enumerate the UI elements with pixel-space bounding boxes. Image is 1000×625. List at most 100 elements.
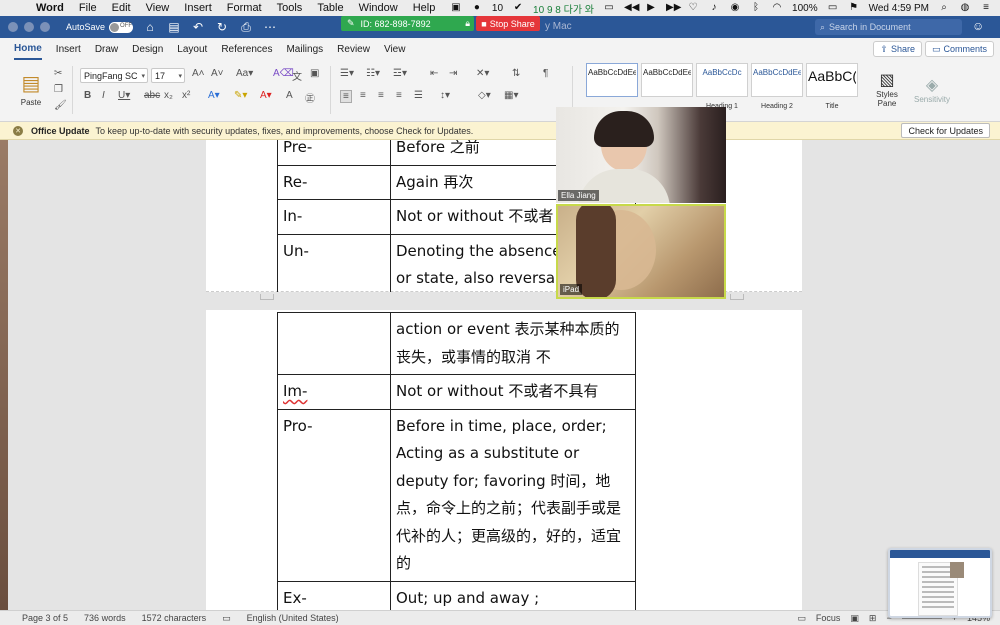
check-icon[interactable]: ✔ bbox=[512, 2, 524, 14]
align-center-icon[interactable]: ≡ bbox=[360, 90, 366, 101]
screen-share-thumbnail[interactable] bbox=[888, 548, 992, 618]
tab-insert[interactable]: Insert bbox=[56, 40, 81, 59]
document-page[interactable]: action or event 表示某种本质的丧失，或事情的取消 不 Im- No… bbox=[206, 310, 802, 610]
tab-design[interactable]: Design bbox=[132, 40, 163, 59]
camera-icon[interactable]: ▣ bbox=[450, 2, 462, 14]
music-icon[interactable]: ♪ bbox=[708, 2, 720, 14]
video-tile-active[interactable]: iPad bbox=[556, 204, 726, 299]
change-case-icon[interactable]: Aa▾ bbox=[236, 68, 253, 79]
save-icon[interactable]: ▤ bbox=[167, 20, 181, 34]
meaning-cell[interactable]: Not or without 不或者不具有 bbox=[390, 374, 636, 410]
autosave-control[interactable]: AutoSave OFF bbox=[66, 21, 134, 33]
prefix-cell[interactable]: Re- bbox=[277, 164, 391, 200]
prefix-cell[interactable]: Pre- bbox=[277, 140, 391, 166]
numbering-icon[interactable]: ☷▾ bbox=[366, 68, 380, 79]
style-heading-2[interactable]: AaBbCcDdEe Heading 2 bbox=[751, 63, 803, 110]
close-window-button[interactable] bbox=[8, 22, 18, 32]
tab-view[interactable]: View bbox=[384, 40, 406, 59]
prefix-cell[interactable]: Im- bbox=[277, 374, 391, 410]
redo-icon[interactable]: ↻ bbox=[215, 20, 229, 34]
zoom-video-panel[interactable]: Ella Jiang iPad bbox=[556, 107, 726, 299]
phonetic-guide-icon[interactable]: 文 bbox=[292, 68, 302, 83]
prefix-cell[interactable]: In- bbox=[277, 199, 391, 235]
minimize-window-button[interactable] bbox=[24, 22, 34, 32]
justify-icon[interactable]: ≡ bbox=[396, 90, 402, 101]
grow-font-icon[interactable]: A˄ bbox=[192, 68, 205, 79]
customize-toolbar-icon[interactable]: ⋯ bbox=[263, 20, 277, 34]
format-painter-icon[interactable]: 🖌︎ bbox=[54, 100, 67, 111]
increase-indent-icon[interactable]: ⇥ bbox=[449, 68, 457, 79]
comments-button[interactable]: ▭ Comments bbox=[924, 41, 994, 57]
shading-icon[interactable]: ◇▾ bbox=[478, 90, 491, 101]
heart-icon[interactable]: ♡ bbox=[687, 2, 699, 14]
print-layout-icon[interactable]: ▣ bbox=[850, 613, 859, 624]
menu-insert[interactable]: Insert bbox=[184, 2, 212, 14]
copy-icon[interactable]: ❐ bbox=[54, 84, 63, 95]
tab-references[interactable]: References bbox=[221, 40, 272, 59]
highlight-icon[interactable]: ✎▾ bbox=[234, 90, 247, 101]
sort-icon[interactable]: ⇅ bbox=[512, 68, 520, 79]
menu-tools[interactable]: Tools bbox=[277, 2, 303, 14]
page-count[interactable]: Page 3 of 5 bbox=[22, 613, 68, 623]
subscript-icon[interactable]: x₂ bbox=[164, 90, 173, 101]
clock[interactable]: Wed 4:59 PM bbox=[869, 3, 929, 14]
character-border-icon[interactable]: ▣ bbox=[310, 68, 319, 79]
align-right-icon[interactable]: ≡ bbox=[378, 90, 384, 101]
align-left-icon[interactable]: ≡ bbox=[340, 90, 352, 103]
siri-icon[interactable]: ◍ bbox=[959, 2, 971, 14]
cut-icon[interactable]: ✂ bbox=[54, 68, 62, 79]
meaning-cell[interactable]: Out; up and away ; thoroughly; over 出；上或… bbox=[390, 580, 636, 610]
undo-icon[interactable]: ↶ bbox=[191, 20, 205, 34]
font-size-select[interactable]: 17 ▾ bbox=[151, 68, 185, 83]
account-icon[interactable]: ☺ bbox=[972, 19, 984, 33]
menu-edit[interactable]: Edit bbox=[112, 2, 131, 14]
menu-window[interactable]: Window bbox=[359, 2, 398, 14]
zoom-meeting-pill[interactable]: ✎ ID: 682-898-7892 🔒︎ bbox=[341, 16, 474, 31]
italic-icon[interactable]: I bbox=[102, 90, 105, 101]
share-button[interactable]: ⇪ Share bbox=[873, 41, 922, 57]
prefix-cell[interactable]: Ex- bbox=[277, 580, 391, 610]
rewind-icon[interactable]: ◀◀ bbox=[624, 2, 639, 14]
style-no-spacing[interactable]: AaBbCcDdEe bbox=[641, 63, 693, 97]
asian-layout-icon[interactable]: ✕▾ bbox=[476, 68, 489, 79]
tab-draw[interactable]: Draw bbox=[95, 40, 118, 59]
clear-format-icon[interactable]: A⌫ bbox=[273, 68, 294, 79]
autosave-toggle[interactable]: OFF bbox=[109, 21, 134, 33]
battery-icon[interactable]: ▭ bbox=[827, 2, 839, 14]
menu-format[interactable]: Format bbox=[227, 2, 262, 14]
sensitivity-button[interactable]: ◈ Sensitivity bbox=[912, 64, 952, 114]
styles-pane-button[interactable]: ▧ Styles Pane bbox=[873, 64, 901, 114]
strikethrough-icon[interactable]: abc bbox=[144, 90, 160, 101]
menu-list-icon[interactable]: ≡ bbox=[980, 2, 992, 14]
play-icon[interactable]: ▶ bbox=[645, 2, 657, 14]
style-normal[interactable]: AaBbCcDdEe bbox=[586, 63, 638, 97]
enclose-characters-icon[interactable]: ㊣ bbox=[305, 90, 315, 105]
distributed-icon[interactable]: ☰ bbox=[414, 90, 423, 101]
forward-icon[interactable]: ▶▶ bbox=[666, 2, 681, 14]
borders-icon[interactable]: ▦▾ bbox=[504, 90, 518, 101]
menu-table[interactable]: Table bbox=[317, 2, 343, 14]
multilevel-list-icon[interactable]: ☲▾ bbox=[393, 68, 407, 79]
zoom-window-button[interactable] bbox=[40, 22, 50, 32]
dismiss-update-icon[interactable]: ✕ bbox=[13, 125, 23, 136]
stop-share-button[interactable]: ■ Stop Share bbox=[476, 16, 540, 31]
tab-home[interactable]: Home bbox=[14, 39, 42, 60]
print-icon[interactable]: ⎙ bbox=[239, 20, 253, 35]
style-title[interactable]: AaBbC(Title bbox=[806, 63, 858, 110]
menu-help[interactable]: Help bbox=[413, 2, 436, 14]
proofing-icon[interactable]: ▭ bbox=[222, 613, 231, 624]
character-shading-icon[interactable]: A bbox=[286, 90, 293, 101]
superscript-icon[interactable]: x² bbox=[182, 90, 190, 101]
bold-icon[interactable]: B bbox=[84, 90, 91, 101]
decrease-indent-icon[interactable]: ⇤ bbox=[430, 68, 438, 79]
prefix-cell[interactable]: Pro- bbox=[277, 408, 391, 582]
tab-layout[interactable]: Layout bbox=[177, 40, 207, 59]
paste-button[interactable]: ▤ Paste bbox=[14, 64, 48, 114]
font-name-select[interactable]: PingFang SC ▾ bbox=[80, 68, 148, 83]
menu-app-name[interactable]: Word bbox=[36, 2, 64, 14]
focus-label[interactable]: Focus bbox=[816, 613, 841, 623]
bullets-icon[interactable]: ☰▾ bbox=[340, 68, 354, 79]
tab-mailings[interactable]: Mailings bbox=[286, 40, 323, 59]
prefix-cell[interactable] bbox=[277, 312, 391, 375]
focus-icon[interactable]: ▭ bbox=[797, 613, 806, 624]
